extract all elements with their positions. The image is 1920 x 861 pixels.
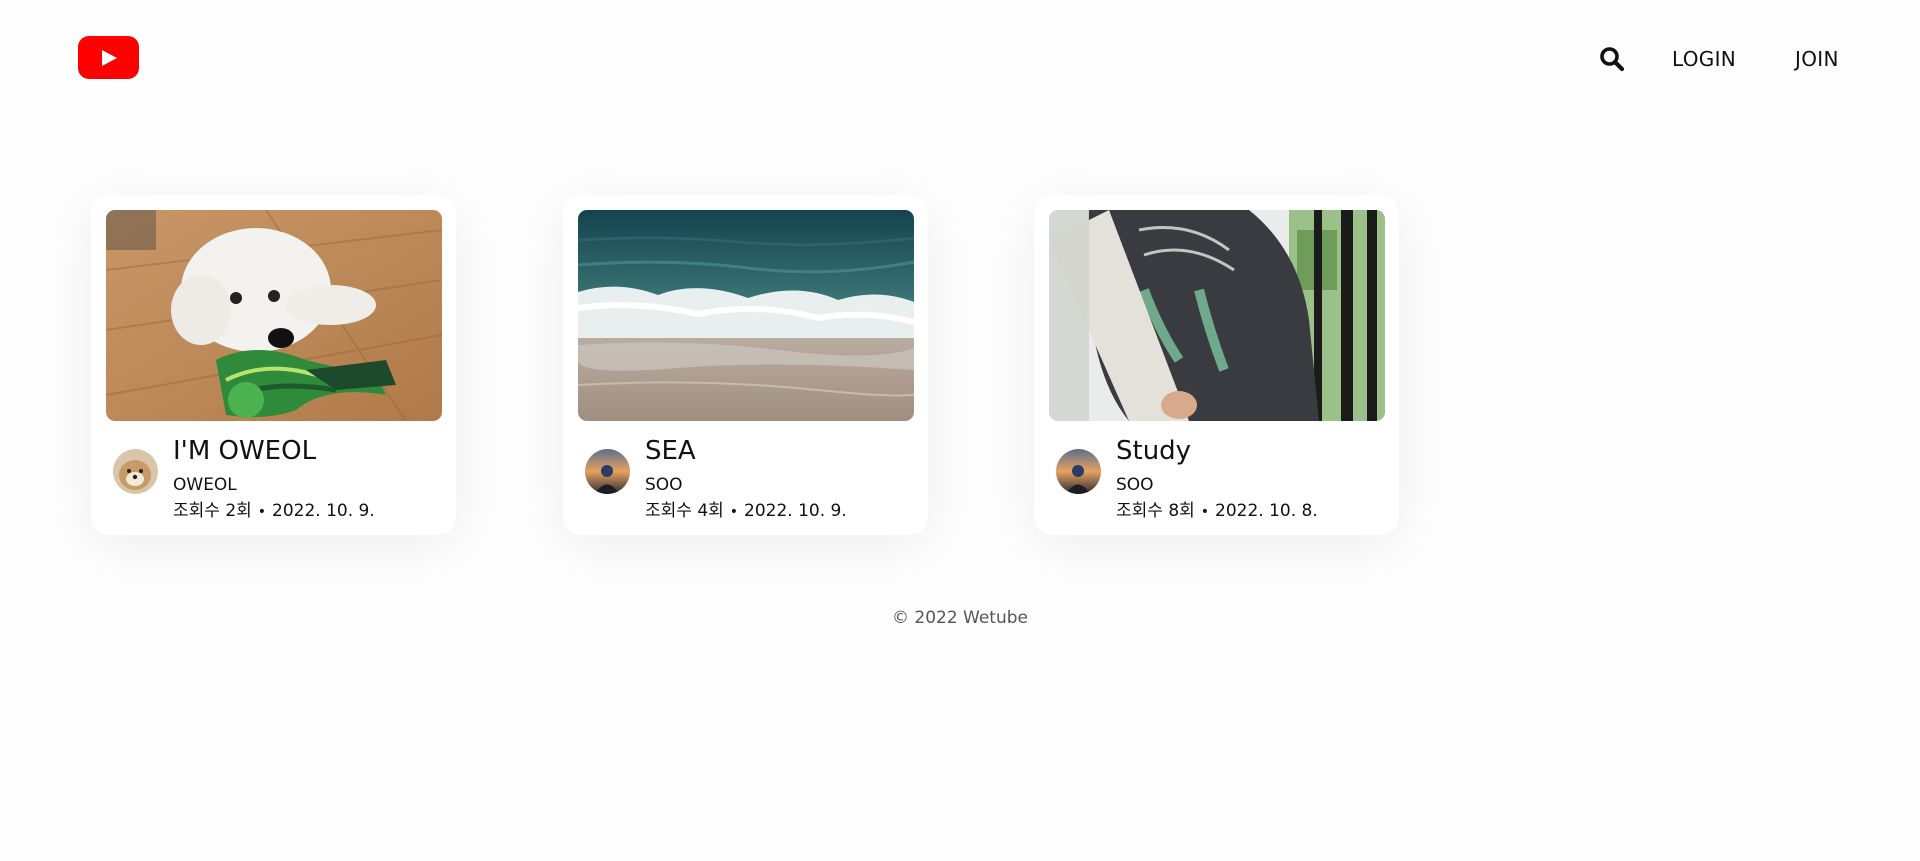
- upload-date: 2022. 10. 9.: [744, 501, 847, 521]
- video-title[interactable]: SEA: [645, 435, 696, 467]
- play-icon: [101, 49, 117, 66]
- meta-separator: •: [729, 504, 739, 520]
- meta-separator: •: [1200, 504, 1210, 520]
- video-thumbnail-study[interactable]: [1049, 210, 1385, 421]
- sunset-avatar[interactable]: [585, 449, 630, 494]
- video-meta: 조회수 2회 • 2022. 10. 9.: [173, 500, 375, 523]
- search-icon[interactable]: [1598, 45, 1626, 73]
- view-count: 조회수 2회: [173, 501, 252, 521]
- site-footer: © 2022 Wetube: [0, 608, 1920, 628]
- video-owner[interactable]: SOO: [645, 474, 683, 496]
- dog-avatar[interactable]: [113, 449, 158, 494]
- video-card[interactable]: Study SOO 조회수 8회 • 2022. 10. 8.: [1034, 195, 1399, 535]
- site-header: LOGIN JOIN: [0, 0, 1920, 118]
- upload-date: 2022. 10. 8.: [1215, 501, 1318, 521]
- video-title[interactable]: I'M OWEOL: [173, 435, 316, 467]
- video-card[interactable]: SEA SOO 조회수 4회 • 2022. 10. 9.: [563, 195, 928, 535]
- sunset-avatar[interactable]: [1056, 449, 1101, 494]
- upload-date: 2022. 10. 9.: [272, 501, 375, 521]
- video-card[interactable]: I'M OWEOL OWEOL 조회수 2회 • 2022. 10. 9.: [91, 195, 456, 535]
- meta-separator: •: [257, 504, 267, 520]
- video-owner[interactable]: SOO: [1116, 474, 1154, 496]
- video-thumbnail-dog[interactable]: [106, 210, 442, 421]
- video-meta: 조회수 8회 • 2022. 10. 8.: [1116, 500, 1318, 523]
- video-thumbnail-sea[interactable]: [578, 210, 914, 421]
- video-title[interactable]: Study: [1116, 435, 1191, 467]
- join-link[interactable]: JOIN: [1795, 45, 1839, 73]
- video-meta: 조회수 4회 • 2022. 10. 9.: [645, 500, 847, 523]
- view-count: 조회수 8회: [1116, 501, 1195, 521]
- login-link[interactable]: LOGIN: [1672, 45, 1736, 73]
- copyright-text: © 2022 Wetube: [891, 608, 1029, 628]
- home-logo[interactable]: [78, 36, 139, 79]
- video-owner[interactable]: OWEOL: [173, 474, 237, 496]
- view-count: 조회수 4회: [645, 501, 724, 521]
